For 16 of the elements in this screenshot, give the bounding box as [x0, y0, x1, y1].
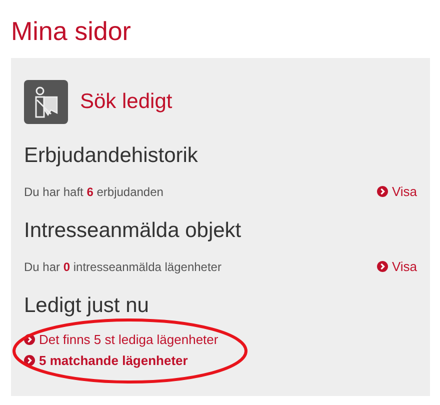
search-vacant-link[interactable]: Sök ledigt [80, 90, 172, 114]
chevron-icon [24, 334, 35, 345]
chevron-icon [376, 186, 388, 197]
vacancy-link[interactable]: Det finns 5 st lediga lägenheter [24, 332, 218, 347]
person-door-icon [24, 80, 68, 124]
page-title: Mina sidor [11, 16, 132, 46]
info-text: Du har 0 intresseanmälda lägenheter [24, 260, 222, 274]
chevron-icon [24, 355, 35, 366]
chevron-icon [376, 261, 388, 272]
vacancy-link[interactable]: 5 matchande lägenheter [24, 353, 188, 368]
section-heading: Intresseanmälda objekt [24, 219, 242, 243]
section-heading: Erbjudandehistorik [24, 144, 199, 168]
section-heading: Ledigt just nu [24, 294, 150, 318]
info-text: Du har haft 6 erbjudanden [24, 184, 164, 198]
show-link[interactable]: Visa [376, 184, 417, 199]
show-link[interactable]: Visa [376, 259, 417, 274]
